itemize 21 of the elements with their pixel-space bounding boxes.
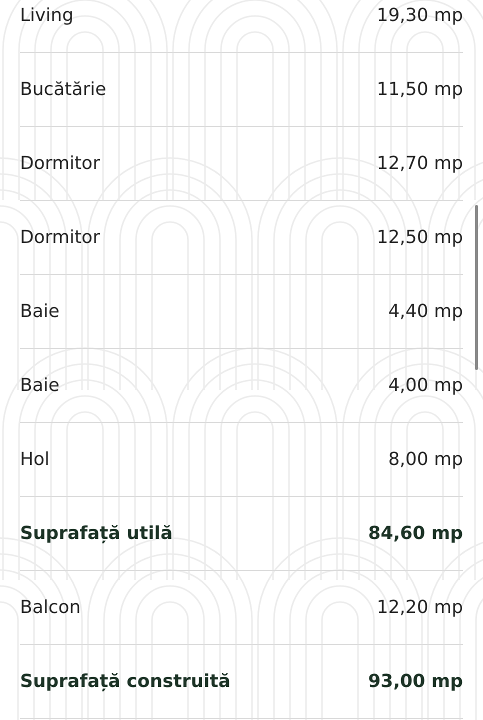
room-label: Balcon: [20, 597, 81, 618]
room-label: Hol: [20, 449, 50, 470]
area-value: 93,00 mp: [368, 671, 463, 692]
room-label: Suprafață construită: [20, 671, 230, 692]
area-value: 19,30 mp: [376, 5, 463, 26]
area-value: 12,70 mp: [376, 153, 463, 174]
area-value: 8,00 mp: [388, 449, 463, 470]
room-label: Living: [20, 5, 74, 26]
room-label: Baie: [20, 301, 60, 322]
area-value: 4,00 mp: [388, 375, 463, 396]
room-label: Suprafață utilă: [20, 523, 173, 544]
area-value: 4,40 mp: [388, 301, 463, 322]
room-label: Baie: [20, 375, 60, 396]
area-value: 84,60 mp: [368, 523, 463, 544]
room-label: Dormitor: [20, 227, 100, 248]
room-label: Dormitor: [20, 153, 100, 174]
area-value: 12,20 mp: [376, 597, 463, 618]
area-value: 12,50 mp: [376, 227, 463, 248]
scrollbar[interactable]: [475, 205, 478, 370]
room-label: Bucătărie: [20, 79, 106, 100]
area-value: 11,50 mp: [376, 79, 463, 100]
